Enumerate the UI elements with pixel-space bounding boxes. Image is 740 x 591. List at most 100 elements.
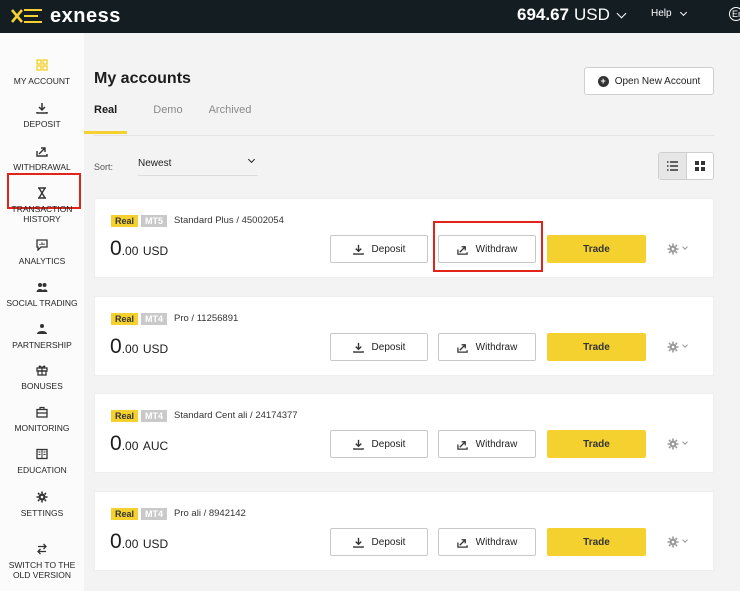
sidebar-item-label: SWITCH TO THE OLD VERSION	[8, 560, 76, 580]
help-dropdown[interactable]: Help	[651, 8, 687, 19]
upload-arrow-icon	[456, 538, 468, 548]
gear-icon	[667, 243, 679, 255]
people-icon	[36, 283, 48, 292]
trade-button[interactable]: Trade	[547, 333, 646, 361]
deposit-button[interactable]: Deposit	[330, 235, 428, 263]
sidebar-item-my-account[interactable]: MY ACCOUNT	[0, 59, 84, 86]
balance-currency: USD	[574, 5, 610, 24]
sidebar-item-label: PARTNERSHIP	[12, 340, 72, 350]
main-content: My accounts + Open New Account Real Demo…	[84, 33, 740, 591]
account-card: Real MT5 Standard Plus / 45002054 0.00 U…	[94, 198, 714, 278]
withdraw-button[interactable]: Withdraw	[438, 333, 536, 361]
chevron-down-icon	[682, 244, 688, 250]
top-bar: exness 694.67 USD Help En	[0, 0, 740, 33]
plus-icon: +	[597, 75, 609, 87]
brand-name: exness	[50, 4, 121, 27]
page-title: My accounts	[94, 70, 191, 87]
sidebar-item-label: EDUCATION	[17, 465, 67, 475]
sidebar-item-partnership[interactable]: PARTNERSHIP	[0, 323, 84, 350]
tab-demo[interactable]: Demo	[153, 104, 182, 134]
tabs-divider	[94, 135, 714, 136]
deposit-button[interactable]: Deposit	[330, 528, 428, 556]
platform-badge: MT5	[141, 215, 167, 227]
swap-icon	[37, 543, 47, 555]
list-view-button[interactable]	[659, 153, 687, 179]
chevron-down-icon	[247, 155, 256, 164]
withdraw-button[interactable]: Withdraw	[438, 528, 536, 556]
sidebar-item-label: BONUSES	[21, 381, 63, 391]
platform-badge: MT4	[141, 410, 167, 422]
download-icon	[352, 439, 364, 450]
trade-button[interactable]: Trade	[547, 430, 646, 458]
brand-logo[interactable]: exness	[10, 4, 121, 28]
balance-amount: 694.67	[517, 5, 569, 24]
chat-chart-icon	[36, 239, 48, 251]
open-new-account-label: Open New Account	[614, 75, 701, 87]
sidebar-item-label: TRANSACTION HISTORY	[11, 204, 73, 224]
grid-icon	[36, 59, 48, 71]
chevron-down-icon	[616, 8, 627, 18]
sidebar-item-transaction-history[interactable]: TRANSACTION HISTORY	[0, 187, 84, 224]
chevron-down-icon	[682, 342, 688, 348]
account-settings-button[interactable]	[667, 534, 683, 550]
account-settings-button[interactable]	[667, 241, 683, 257]
sidebar-item-bonuses[interactable]: BONUSES	[0, 364, 84, 391]
gear-icon	[36, 491, 48, 503]
balance-dropdown[interactable]: 694.67 USD	[517, 5, 627, 25]
sidebar-item-label: ANALYTICS	[18, 256, 66, 266]
deposit-button[interactable]: Deposit	[330, 333, 428, 361]
deposit-button[interactable]: Deposit	[330, 430, 428, 458]
trade-button[interactable]: Trade	[547, 235, 646, 263]
account-card: Real MT4 Pro / 11256891 0.00 USD Deposit…	[94, 296, 714, 376]
sidebar: MY ACCOUNT DEPOSIT WITHDRAWAL TRANSACTIO…	[0, 33, 84, 591]
upload-arrow-icon	[456, 343, 468, 353]
sidebar-item-social-trading[interactable]: SOCIAL TRADING	[0, 281, 84, 308]
sort-value: Newest	[138, 158, 172, 169]
tab-archived[interactable]: Archived	[209, 104, 252, 134]
sidebar-item-label: MONITORING	[14, 423, 70, 433]
trade-button[interactable]: Trade	[547, 528, 646, 556]
account-type-badge: Real	[111, 215, 139, 227]
tab-real[interactable]: Real	[84, 104, 128, 134]
sidebar-item-label: SOCIAL TRADING	[6, 298, 78, 308]
hourglass-icon	[38, 187, 46, 199]
chevron-down-icon	[682, 537, 688, 543]
sidebar-item-deposit[interactable]: DEPOSIT	[0, 102, 84, 129]
gear-icon	[667, 438, 679, 450]
sidebar-item-analytics[interactable]: ANALYTICS	[0, 239, 84, 266]
sidebar-item-settings[interactable]: SETTINGS	[0, 491, 84, 518]
withdraw-button[interactable]: Withdraw	[438, 430, 536, 458]
sidebar-item-education[interactable]: EDUCATION	[0, 448, 84, 475]
grid-icon	[694, 161, 705, 171]
download-icon	[352, 537, 364, 548]
sort-select[interactable]: Newest	[138, 155, 258, 176]
account-tabs: Real Demo Archived	[84, 104, 277, 134]
sidebar-item-label: SETTINGS	[20, 508, 64, 518]
briefcase-icon	[36, 406, 48, 418]
account-settings-button[interactable]	[667, 339, 683, 355]
gear-icon	[667, 536, 679, 548]
open-new-account-button[interactable]: + Open New Account	[584, 67, 714, 95]
language-label[interactable]: En	[732, 9, 740, 19]
exness-logo-icon	[11, 9, 42, 23]
account-settings-button[interactable]	[667, 436, 683, 452]
upload-arrow-icon	[36, 147, 48, 157]
grid-view-button[interactable]	[687, 153, 714, 179]
sidebar-item-withdrawal[interactable]: WITHDRAWAL	[0, 145, 84, 172]
book-icon	[36, 448, 48, 460]
withdraw-highlight-box	[433, 221, 543, 272]
sidebar-item-label: WITHDRAWAL	[13, 162, 71, 172]
sidebar-item-label: MY ACCOUNT	[13, 76, 71, 86]
view-toggle	[658, 152, 714, 180]
sidebar-item-monitoring[interactable]: MONITORING	[0, 406, 84, 433]
account-balance: 0.00 USD	[110, 530, 169, 553]
platform-badge: MT4	[141, 313, 167, 325]
account-balance: 0.00 AUC	[110, 432, 169, 455]
download-icon	[36, 103, 48, 114]
account-name: Standard Plus / 45002054	[174, 215, 284, 226]
account-balance: 0.00 USD	[110, 335, 169, 358]
account-name: Standard Cent ali / 24174377	[174, 410, 298, 421]
account-name: Pro / 11256891	[174, 313, 239, 324]
sidebar-item-switch-old-version[interactable]: SWITCH TO THE OLD VERSION	[0, 543, 84, 580]
list-icon	[666, 161, 678, 171]
